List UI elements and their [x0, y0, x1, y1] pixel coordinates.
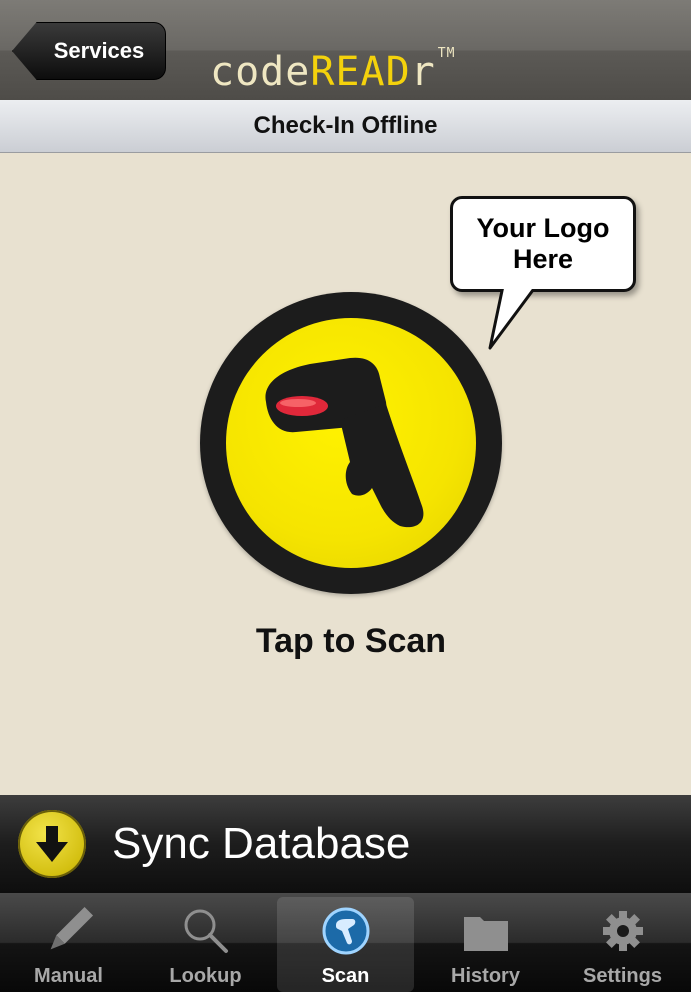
tap-to-scan-label: Tap to Scan [255, 622, 447, 660]
services-back-button[interactable]: Services [12, 22, 166, 80]
tab-lookup[interactable]: Lookup [137, 893, 274, 992]
tab-scan[interactable]: Scan [277, 897, 414, 992]
gear-icon [593, 901, 653, 961]
tab-manual-label: Manual [34, 965, 103, 987]
tab-manual[interactable]: Manual [0, 893, 137, 992]
brand-part-read: READ [310, 49, 411, 95]
pencil-icon [39, 901, 99, 961]
services-back-label: Services [53, 38, 145, 63]
brand-logo: codeREADr TM [210, 26, 456, 95]
brand-part-r: r [410, 49, 436, 95]
page-title: Check-In Offline [253, 112, 438, 139]
tab-scan-label: Scan [321, 965, 370, 987]
brand-part-code: code [210, 49, 311, 95]
magnifier-icon [176, 901, 236, 961]
tab-bar: Manual Lookup Scan History Settings [0, 893, 691, 992]
sync-database-label: Sync Database [112, 819, 411, 868]
sync-database-button[interactable]: Sync Database [0, 795, 691, 893]
tab-settings[interactable]: Settings [554, 893, 691, 992]
scanner-icon [316, 901, 376, 961]
barcode-scanner-icon [265, 357, 424, 528]
folder-icon [456, 901, 516, 961]
tap-to-scan-button[interactable] [200, 292, 502, 594]
sync-download-icon [18, 810, 86, 878]
navigation-bar: Services codeREADr TM [0, 0, 691, 100]
brand-trademark: TM [437, 46, 456, 61]
logo-placeholder-line1: Your Logo [476, 213, 610, 243]
page-title-bar: Check-In Offline [0, 100, 691, 153]
tab-lookup-label: Lookup [169, 965, 242, 987]
logo-placeholder-line2: Here [512, 244, 574, 274]
tab-history[interactable]: History [417, 893, 554, 992]
tab-history-label: History [451, 965, 520, 987]
logo-placeholder-bubble: Your Logo Here [450, 196, 636, 292]
tab-settings-label: Settings [583, 965, 662, 987]
